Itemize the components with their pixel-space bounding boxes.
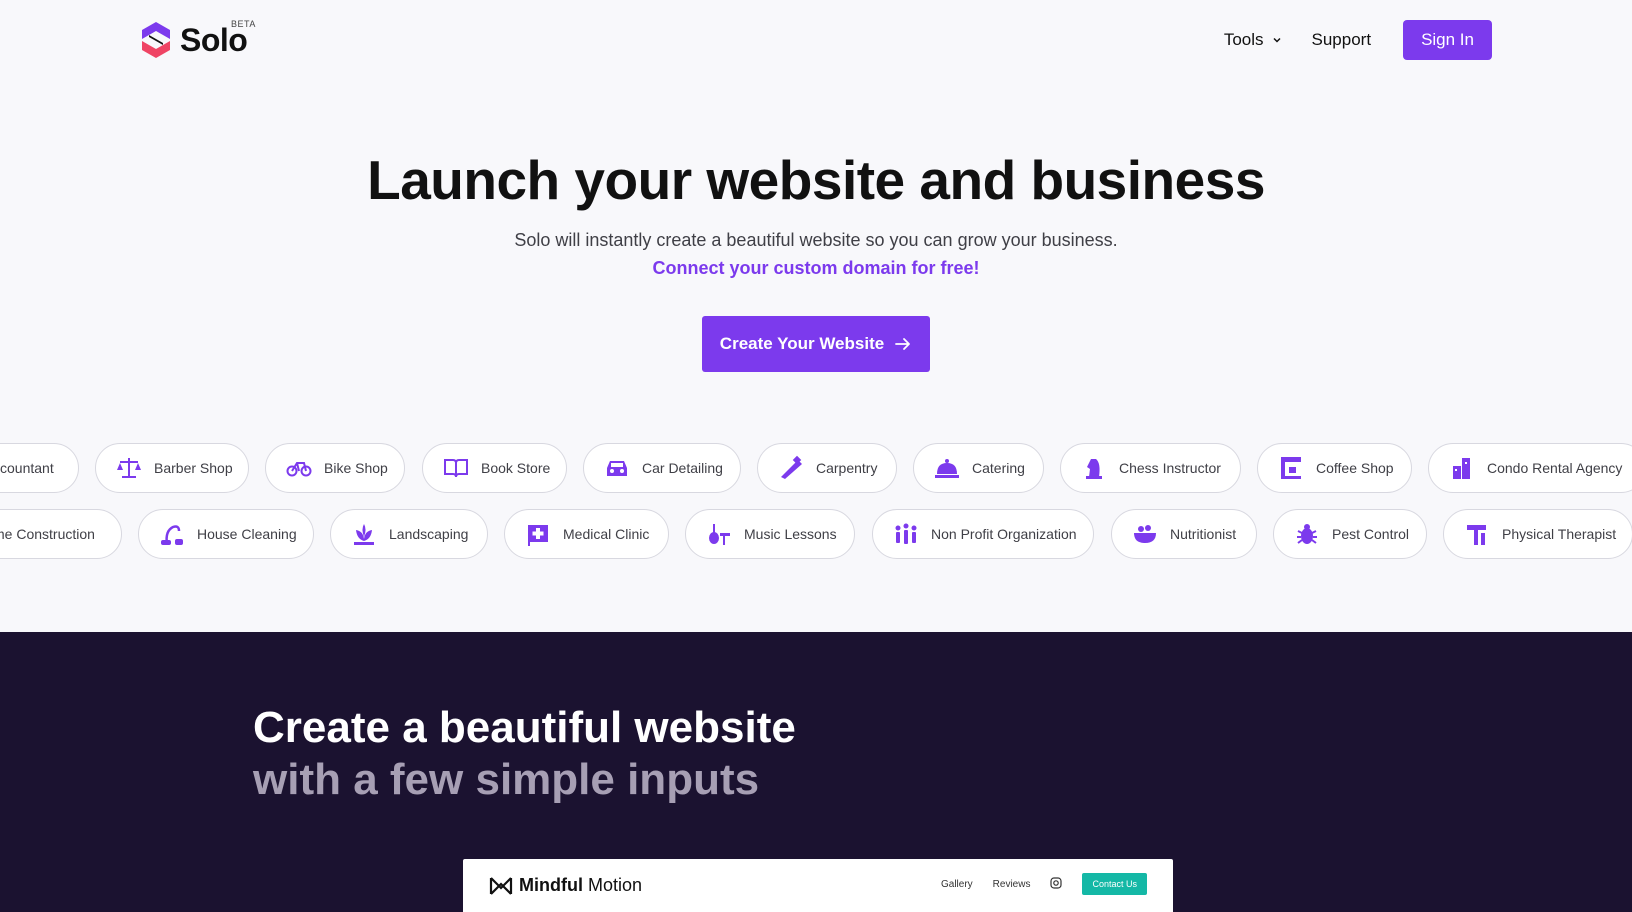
hero-subtitle: Solo will instantly create a beautiful w… — [514, 230, 1118, 250]
preview-logo: Mindful Motion — [489, 875, 642, 896]
bowl-icon — [1134, 525, 1156, 543]
plant-icon — [354, 524, 374, 545]
arrow-right-icon — [895, 338, 911, 350]
category-pill[interactable]: Catering — [913, 443, 1044, 493]
category-label: Catering — [972, 460, 1025, 476]
category-label: Pest Control — [1332, 526, 1410, 542]
category-pill[interactable]: me Construction — [0, 509, 122, 559]
support-link[interactable]: Support — [1312, 30, 1372, 50]
bug-icon — [1297, 524, 1317, 544]
bicycle-icon — [286, 462, 312, 477]
scale-icon — [117, 458, 141, 478]
preview-contact-button[interactable]: Contact Us — [1082, 873, 1147, 895]
chess-knight-icon — [1086, 459, 1102, 479]
preview-nav-reviews[interactable]: Reviews — [993, 879, 1031, 890]
category-pill[interactable]: Bike Shop — [265, 443, 405, 493]
category-label: me Construction — [0, 526, 95, 542]
category-pill[interactable]: Book Store — [422, 443, 567, 493]
instagram-icon[interactable] — [1050, 876, 1063, 892]
features-section: Create a beautiful website with a few si… — [0, 632, 1632, 912]
category-label: Condo Rental Agency — [1487, 460, 1623, 476]
category-pill[interactable]: Physical Therapist — [1443, 509, 1632, 559]
category-pill[interactable]: Medical Clinic — [504, 509, 669, 559]
building-icon — [1453, 458, 1470, 479]
medical-icon — [528, 525, 548, 546]
category-pill[interactable]: Pest Control — [1273, 509, 1427, 559]
people-icon — [895, 523, 917, 544]
preview-brand-bold: Mindful — [519, 875, 583, 895]
custom-domain-link-text[interactable]: Connect your custom domain for free! — [652, 258, 979, 278]
physio-icon — [1467, 525, 1486, 545]
car-icon — [607, 461, 627, 476]
category-label: Carpentry — [816, 460, 878, 476]
preview-brand-light: Motion — [587, 875, 643, 895]
section-title: Create a beautiful website — [253, 703, 796, 752]
category-label: House Cleaning — [197, 526, 297, 542]
category-pill[interactable]: Coffee Shop — [1257, 443, 1412, 493]
coffee-machine-icon — [1281, 457, 1301, 479]
category-pill[interactable]: Music Lessons — [685, 509, 855, 559]
category-pill[interactable]: ccountant — [0, 443, 79, 493]
category-pill[interactable]: Non Profit Organization — [872, 509, 1094, 559]
cloche-icon — [935, 459, 959, 478]
category-pill[interactable]: Chess Instructor — [1060, 443, 1241, 493]
category-label: Physical Therapist — [1502, 526, 1617, 542]
sign-in-button[interactable]: Sign In — [1403, 20, 1492, 60]
hero-title: Launch your website and business — [367, 149, 1265, 211]
category-pill[interactable]: Landscaping — [330, 509, 488, 559]
site-header: Solo BETA Tools Support Sign In — [0, 0, 1632, 80]
preview-nav-gallery[interactable]: Gallery — [941, 879, 973, 890]
chevron-down-icon — [1272, 37, 1281, 43]
category-label: Landscaping — [389, 526, 469, 542]
category-pill[interactable]: Barber Shop — [95, 443, 249, 493]
category-label: Car Detailing — [642, 460, 723, 476]
category-pill[interactable]: Nutritionist — [1111, 509, 1257, 559]
preview-nav: Gallery Reviews Contact Us — [941, 873, 1147, 895]
category-label: Nutritionist — [1170, 526, 1237, 542]
website-preview: Mindful Motion Gallery Reviews Contact U… — [463, 859, 1173, 912]
category-label: Bike Shop — [324, 460, 388, 476]
category-label: Chess Instructor — [1119, 460, 1221, 476]
solo-logo-icon — [142, 22, 170, 58]
custom-domain-link[interactable]: Connect your custom domain for free! — [0, 258, 1632, 279]
top-nav: Tools Support Sign In — [1224, 20, 1492, 60]
category-row-1: ccountant Barber Shop Bike Shop Book Sto… — [0, 443, 1632, 495]
tools-menu[interactable]: Tools — [1224, 30, 1282, 50]
category-label: Barber Shop — [154, 460, 233, 476]
category-pill[interactable]: Carpentry — [757, 443, 897, 493]
logo[interactable]: Solo BETA — [140, 19, 255, 59]
category-pill[interactable]: House Cleaning — [138, 509, 314, 559]
book-icon — [444, 459, 468, 478]
brand-logo-icon — [489, 876, 513, 895]
category-label: Coffee Shop — [1316, 460, 1394, 476]
tools-label: Tools — [1223, 30, 1264, 49]
category-row-2: me Construction House Cleaning Landscapi… — [0, 509, 1632, 561]
create-website-label: Create Your Website — [719, 334, 885, 353]
category-label: Non Profit Organization — [931, 526, 1077, 542]
category-label: Music Lessons — [744, 526, 837, 542]
category-label: ccountant — [0, 460, 54, 476]
category-label: Medical Clinic — [563, 526, 650, 542]
vacuum-icon — [161, 525, 183, 545]
category-pill[interactable]: Car Detailing — [583, 443, 741, 493]
create-website-button[interactable]: Create Your Website — [702, 316, 930, 372]
guitar-icon — [709, 524, 730, 545]
saw-icon — [781, 455, 802, 479]
beta-badge: BETA — [231, 19, 256, 29]
category-pill[interactable]: Condo Rental Agency — [1428, 443, 1632, 493]
section-subtitle: with a few simple inputs — [253, 755, 760, 804]
category-label: Book Store — [481, 460, 551, 476]
